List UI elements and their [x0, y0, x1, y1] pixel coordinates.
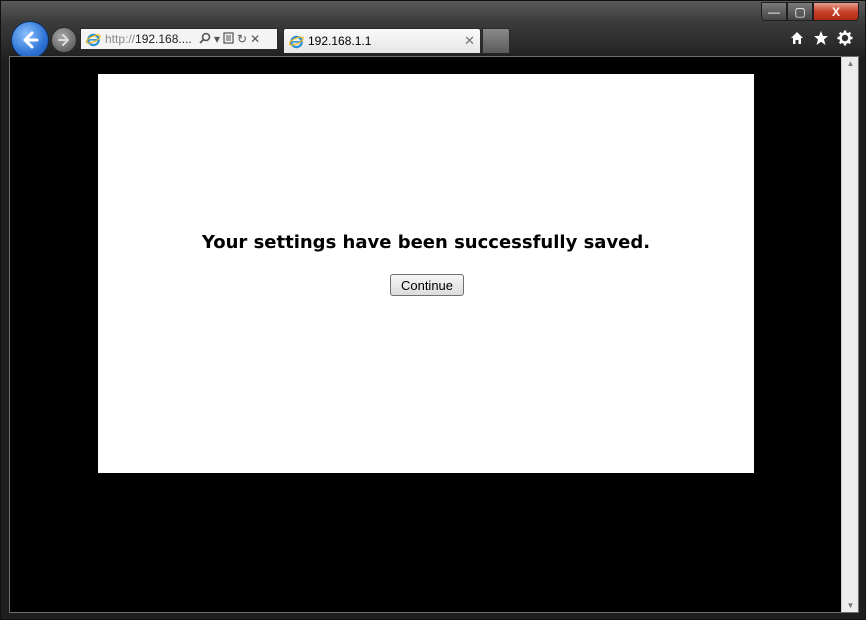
address-url[interactable]: http://192.168....	[105, 32, 193, 46]
tab-title: 192.168.1.1	[308, 34, 372, 48]
new-tab-button[interactable]	[482, 28, 510, 53]
ie-page-icon	[86, 33, 101, 46]
ie-tab-icon	[289, 35, 304, 48]
browser-window: — ▢ X http://192.168.... ▾ ↻ ✕ 192.168.1…	[0, 0, 866, 620]
favorites-star-icon[interactable]	[813, 29, 829, 47]
minimize-button[interactable]: —	[761, 2, 787, 21]
content-panel: Your settings have been successfully sav…	[98, 74, 754, 473]
maximize-button[interactable]: ▢	[787, 2, 813, 21]
address-scheme: http://	[105, 32, 136, 46]
scroll-down-icon[interactable]: ▼	[842, 601, 859, 610]
compatibility-view-icon[interactable]	[223, 31, 234, 47]
success-message: Your settings have been successfully sav…	[201, 232, 651, 253]
search-icon[interactable]	[199, 32, 211, 47]
scroll-up-icon[interactable]: ▲	[842, 59, 859, 68]
address-bar[interactable]: http://192.168.... ▾ ↻ ✕	[80, 28, 278, 50]
dropdown-arrow-icon[interactable]: ▾	[214, 32, 220, 46]
close-window-button[interactable]: X	[813, 2, 859, 21]
vertical-scrollbar[interactable]: ▲ ▼	[841, 57, 858, 612]
browser-right-tools	[789, 29, 853, 47]
window-caption-buttons: — ▢ X	[761, 2, 859, 22]
continue-button[interactable]: Continue	[390, 274, 464, 296]
stop-icon[interactable]: ✕	[250, 32, 260, 46]
address-tools: ▾ ↻ ✕	[199, 31, 260, 47]
back-button[interactable]	[11, 21, 49, 59]
address-host: 192.168....	[135, 32, 192, 46]
home-icon[interactable]	[789, 29, 805, 47]
refresh-icon[interactable]: ↻	[237, 32, 247, 46]
tab-active[interactable]: 192.168.1.1 ✕	[283, 28, 481, 53]
settings-gear-icon[interactable]	[837, 29, 853, 47]
tab-close-icon[interactable]: ✕	[464, 33, 475, 49]
page-viewport: Your settings have been successfully sav…	[9, 56, 859, 613]
forward-button[interactable]	[51, 27, 77, 53]
back-arrow-icon	[23, 31, 39, 49]
forward-arrow-icon	[58, 34, 69, 46]
